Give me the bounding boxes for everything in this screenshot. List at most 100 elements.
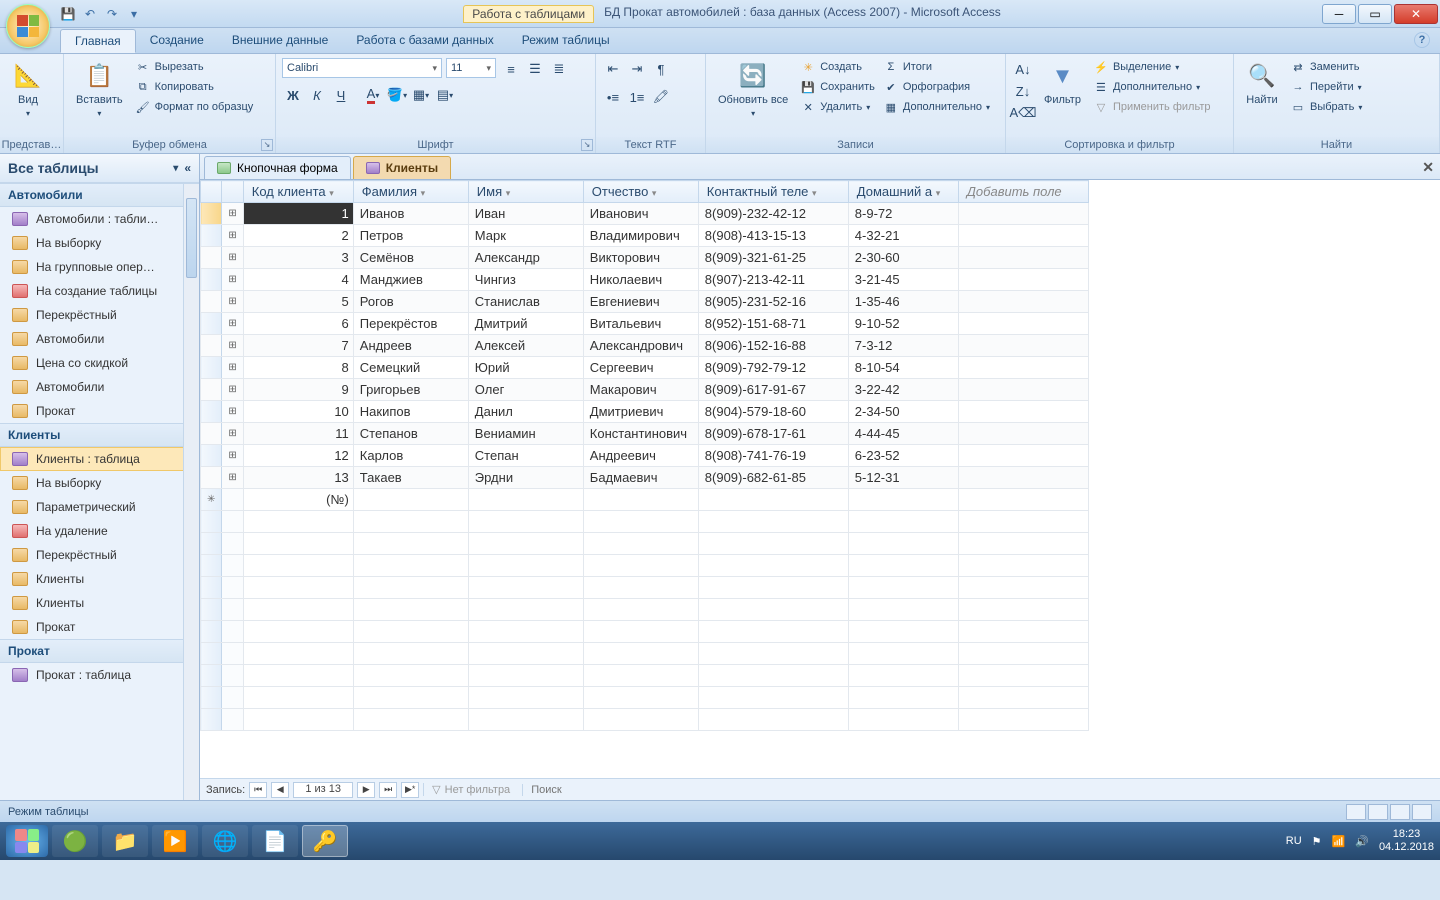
column-header[interactable]: Имя ▾: [468, 181, 583, 203]
cell[interactable]: [583, 489, 698, 511]
nav-item[interactable]: Параметрический: [0, 495, 199, 519]
minimize-button[interactable]: ─: [1322, 4, 1356, 24]
align-left-button[interactable]: ≡: [500, 58, 522, 80]
table-row[interactable]: ⊞3СемёновАлександрВикторович8(909)-321-6…: [201, 247, 1089, 269]
cell[interactable]: Такаев: [353, 467, 468, 489]
nav-item[interactable]: Клиенты: [0, 591, 199, 615]
table-row[interactable]: ⊞1ИвановИванИванович8(909)-232-42-128-9-…: [201, 203, 1089, 225]
table-row[interactable]: ⊞11СтепановВениаминКонстантинович8(909)-…: [201, 423, 1089, 445]
cell[interactable]: [958, 247, 1088, 269]
cell[interactable]: 13: [243, 467, 353, 489]
indent-increase-button[interactable]: ⇥: [626, 58, 648, 80]
more-records-button[interactable]: ▦Дополнительно▾: [881, 98, 992, 116]
column-header[interactable]: Отчество ▾: [583, 181, 698, 203]
cell[interactable]: Иванов: [353, 203, 468, 225]
cell[interactable]: Викторович: [583, 247, 698, 269]
cell[interactable]: Олег: [468, 379, 583, 401]
clipboard-launcher-icon[interactable]: ↘: [261, 139, 273, 151]
cell[interactable]: [958, 357, 1088, 379]
advanced-filter-button[interactable]: ☰Дополнительно▾: [1091, 78, 1213, 96]
expand-row[interactable]: ⊞: [222, 401, 243, 423]
cell[interactable]: Вениамин: [468, 423, 583, 445]
nav-item[interactable]: Автомобили: [0, 327, 199, 351]
row-selector[interactable]: [201, 203, 222, 225]
cell[interactable]: 9: [243, 379, 353, 401]
row-selector[interactable]: [201, 379, 222, 401]
office-button[interactable]: [6, 4, 50, 48]
cell[interactable]: 2: [243, 225, 353, 247]
first-record-button[interactable]: ⏮: [249, 782, 267, 798]
tray-clock[interactable]: 18:23 04.12.2018: [1379, 828, 1434, 854]
cell[interactable]: Рогов: [353, 291, 468, 313]
tray-flag-icon[interactable]: ⚑: [1312, 835, 1322, 848]
expand-row[interactable]: ⊞: [222, 335, 243, 357]
nav-item[interactable]: На групповые опер…: [0, 255, 199, 279]
nav-header[interactable]: Все таблицы ▾ «: [0, 154, 199, 183]
cell[interactable]: Петров: [353, 225, 468, 247]
nav-item[interactable]: Клиенты : таблица: [0, 447, 199, 471]
tray-volume-icon[interactable]: 🔊: [1355, 835, 1369, 848]
cell[interactable]: 8(907)-213-42-11: [698, 269, 848, 291]
cell[interactable]: Дмитрий: [468, 313, 583, 335]
font-color-button[interactable]: А▾: [362, 84, 384, 106]
table-row[interactable]: ⊞13ТакаевЭрдниБадмаевич8(909)-682-61-855…: [201, 467, 1089, 489]
table-row[interactable]: ⊞9ГригорьевОлегМакарович8(909)-617-91-67…: [201, 379, 1089, 401]
table-row[interactable]: ⊞2ПетровМаркВладимирович8(908)-413-15-13…: [201, 225, 1089, 247]
table-row[interactable]: ⊞12КарловСтепанАндреевич8(908)-741-76-19…: [201, 445, 1089, 467]
record-position[interactable]: 1 из 13: [293, 782, 353, 798]
cell[interactable]: [353, 489, 468, 511]
cell[interactable]: (№): [243, 489, 353, 511]
cell[interactable]: 8(909)-321-61-25: [698, 247, 848, 269]
taskbar-access[interactable]: 🔑: [302, 825, 348, 857]
font-launcher-icon[interactable]: ↘: [581, 139, 593, 151]
close-tab-button[interactable]: ✕: [1422, 159, 1434, 176]
cell[interactable]: 8(904)-579-18-60: [698, 401, 848, 423]
cell[interactable]: Накипов: [353, 401, 468, 423]
row-selector[interactable]: [201, 445, 222, 467]
spelling-button[interactable]: ✔Орфография: [881, 78, 992, 96]
cell[interactable]: 5: [243, 291, 353, 313]
cell[interactable]: 3: [243, 247, 353, 269]
cell[interactable]: 8-9-72: [848, 203, 958, 225]
cell[interactable]: 7: [243, 335, 353, 357]
find-button[interactable]: 🔍Найти: [1240, 58, 1284, 109]
delete-record-button[interactable]: ✕Удалить▾: [798, 98, 877, 116]
underline-button[interactable]: Ч: [330, 84, 352, 106]
nav-item[interactable]: На создание таблицы: [0, 279, 199, 303]
cell[interactable]: Бадмаевич: [583, 467, 698, 489]
table-row[interactable]: ⊞8СемецкийЮрийСергеевич8(909)-792-79-128…: [201, 357, 1089, 379]
qat-customize-icon[interactable]: ▾: [126, 6, 142, 22]
highlighter-button[interactable]: 🖍: [650, 86, 672, 108]
cell[interactable]: 11: [243, 423, 353, 445]
cell[interactable]: Константинович: [583, 423, 698, 445]
nav-collapse-icon[interactable]: «: [184, 161, 191, 175]
expand-row[interactable]: ⊞: [222, 247, 243, 269]
ribbon-tab[interactable]: Создание: [136, 29, 218, 53]
maximize-button[interactable]: ▭: [1358, 4, 1392, 24]
clear-sort-button[interactable]: A⌫: [1012, 102, 1034, 124]
pivottable-view-button[interactable]: [1368, 804, 1388, 820]
qat-redo-icon[interactable]: ↷: [104, 6, 120, 22]
column-header[interactable]: Домашний а ▾: [848, 181, 958, 203]
replace-button[interactable]: ⇄Заменить: [1288, 58, 1364, 76]
new-record-button[interactable]: ✳Создать: [798, 58, 877, 76]
qat-save-icon[interactable]: 💾: [60, 6, 76, 22]
cell[interactable]: Евгениевич: [583, 291, 698, 313]
cell[interactable]: Карлов: [353, 445, 468, 467]
close-button[interactable]: ✕: [1394, 4, 1438, 24]
design-view-button[interactable]: [1412, 804, 1432, 820]
nav-item[interactable]: Прокат: [0, 399, 199, 423]
table-row[interactable]: ⊞7АндреевАлексейАлександрович8(906)-152-…: [201, 335, 1089, 357]
expand-row[interactable]: ⊞: [222, 357, 243, 379]
cell[interactable]: Семецкий: [353, 357, 468, 379]
cell[interactable]: Андреев: [353, 335, 468, 357]
expand-row[interactable]: ⊞: [222, 423, 243, 445]
add-column[interactable]: Добавить поле: [958, 181, 1088, 203]
help-icon[interactable]: ?: [1414, 32, 1430, 48]
cell[interactable]: [468, 489, 583, 511]
cell[interactable]: Макарович: [583, 379, 698, 401]
cell[interactable]: 4: [243, 269, 353, 291]
cell[interactable]: [958, 467, 1088, 489]
select-button[interactable]: ▭Выбрать▾: [1288, 98, 1364, 116]
cell[interactable]: 8(908)-741-76-19: [698, 445, 848, 467]
